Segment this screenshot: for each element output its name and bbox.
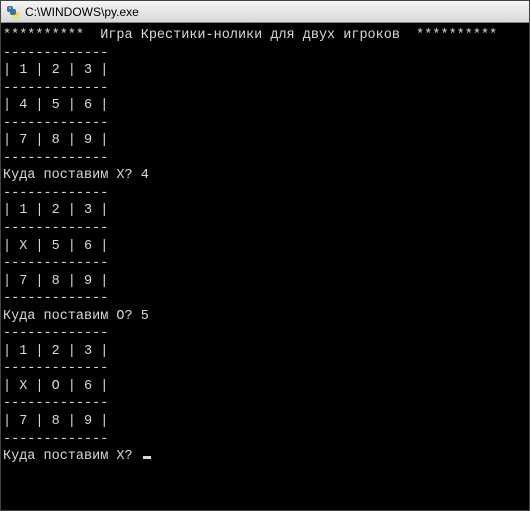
board-row: | 7 | 8 | 9 | xyxy=(3,414,108,429)
game-header: ********** Игра Крестики-нолики для двух… xyxy=(3,28,497,43)
board-sep: ------------- xyxy=(3,396,108,411)
board-sep: ------------- xyxy=(3,432,108,447)
board-row: | 7 | 8 | 9 | xyxy=(3,133,108,148)
cursor-icon xyxy=(143,456,151,459)
board-sep: ------------- xyxy=(3,221,108,236)
board-row: | 1 | 2 | 3 | xyxy=(3,63,108,78)
board-row: | 7 | 8 | 9 | xyxy=(3,274,108,289)
titlebar[interactable]: C:\WINDOWS\py.exe xyxy=(1,1,529,23)
board-row: | 1 | 2 | 3 | xyxy=(3,203,108,218)
board-sep: ------------- xyxy=(3,46,108,61)
prompt-line: Куда поставим O? 5 xyxy=(3,309,149,324)
board-sep: ------------- xyxy=(3,81,108,96)
board-row: | X | O | 6 | xyxy=(3,379,108,394)
board-sep: ------------- xyxy=(3,151,108,166)
console-window: C:\WINDOWS\py.exe ********** Игра Крести… xyxy=(0,0,530,511)
board-sep: ------------- xyxy=(3,116,108,131)
board-sep: ------------- xyxy=(3,361,108,376)
board-row: | X | 5 | 6 | xyxy=(3,239,108,254)
prompt-line: Куда поставим X? 4 xyxy=(3,168,149,183)
python-icon xyxy=(5,4,21,20)
board-sep: ------------- xyxy=(3,291,108,306)
window-title: C:\WINDOWS\py.exe xyxy=(25,5,139,19)
board-sep: ------------- xyxy=(3,256,108,271)
board-row: | 4 | 5 | 6 | xyxy=(3,98,108,113)
board-sep: ------------- xyxy=(3,326,108,341)
board-row: | 1 | 2 | 3 | xyxy=(3,344,108,359)
terminal-output[interactable]: ********** Игра Крестики-нолики для двух… xyxy=(1,23,529,510)
board-sep: ------------- xyxy=(3,186,108,201)
current-prompt: Куда поставим X? xyxy=(3,449,141,464)
